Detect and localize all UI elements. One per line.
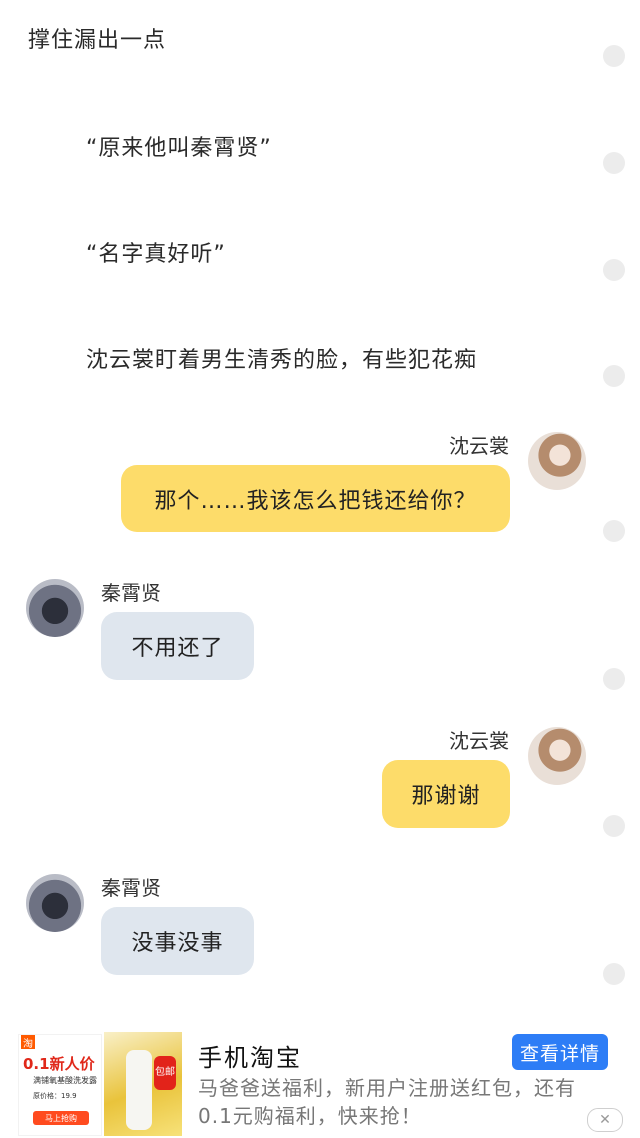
message-bubble: 不用还了	[101, 612, 254, 680]
ad-description[interactable]: 马爸爸送福利，新用户注册送红包，还有0.1元购福利，快来抢！	[198, 1074, 608, 1130]
narration-line-4: 沈云裳盯着男生清秀的脸，有些犯花痴	[86, 348, 478, 373]
side-dot-icon[interactable]	[603, 815, 625, 837]
message-text: 那个……我该怎么把钱还给你？	[154, 488, 477, 514]
side-dot-icon[interactable]	[603, 668, 625, 690]
sender-name: 沈云裳	[449, 729, 509, 753]
ad-title[interactable]: 手机淘宝	[198, 1038, 302, 1073]
side-dot-icon[interactable]	[603, 152, 625, 174]
view-details-button[interactable]: 查看详情	[512, 1034, 608, 1070]
message-text: 那谢谢	[411, 784, 481, 809]
free-shipping-badge: 包邮	[154, 1056, 176, 1090]
sender-name: 秦霄贤	[101, 581, 161, 605]
avatar[interactable]	[26, 579, 84, 637]
promo-product: 满铺氧基酸洗发露	[33, 1076, 97, 1085]
side-dot-icon[interactable]	[603, 259, 625, 281]
promo-original-price: 原价格：19.9	[33, 1092, 77, 1100]
narration-line-3: “名字真好听”	[86, 242, 226, 267]
avatar[interactable]	[528, 432, 586, 490]
avatar[interactable]	[528, 727, 586, 785]
message-bubble: 没事没事	[101, 907, 254, 975]
message-text: 不用还了	[131, 636, 224, 661]
avatar[interactable]	[26, 874, 84, 932]
narration-line-2: “原来他叫秦霄贤”	[86, 136, 272, 161]
side-dot-icon[interactable]	[603, 520, 625, 542]
side-dot-icon[interactable]	[603, 45, 625, 67]
taobao-logo-icon: 淘	[21, 1035, 35, 1050]
close-icon[interactable]: ✕	[587, 1108, 623, 1132]
side-dot-icon[interactable]	[603, 963, 625, 985]
narration-line-1: 撑住漏出一点	[28, 28, 167, 53]
shampoo-bottle-icon	[126, 1050, 152, 1130]
promo-price: 0.1新人价	[23, 1055, 95, 1073]
message-text: 没事没事	[131, 931, 224, 956]
ad-banner[interactable]: 淘 0.1新人价 满铺氧基酸洗发露 原价格：19.9 马上抢购 包邮 手机淘宝 …	[0, 1022, 640, 1138]
ad-thumbnail-promo[interactable]: 淘 0.1新人价 满铺氧基酸洗发露 原价格：19.9 马上抢购	[18, 1034, 102, 1136]
sender-name: 秦霄贤	[101, 876, 161, 900]
message-bubble: 那个……我该怎么把钱还给你？	[121, 465, 510, 532]
ad-thumbnail-product[interactable]: 包邮	[104, 1032, 182, 1136]
message-bubble: 那谢谢	[382, 760, 510, 828]
side-dot-icon[interactable]	[603, 365, 625, 387]
promo-buy-button[interactable]: 马上抢购	[33, 1111, 89, 1125]
sender-name: 沈云裳	[449, 434, 509, 458]
